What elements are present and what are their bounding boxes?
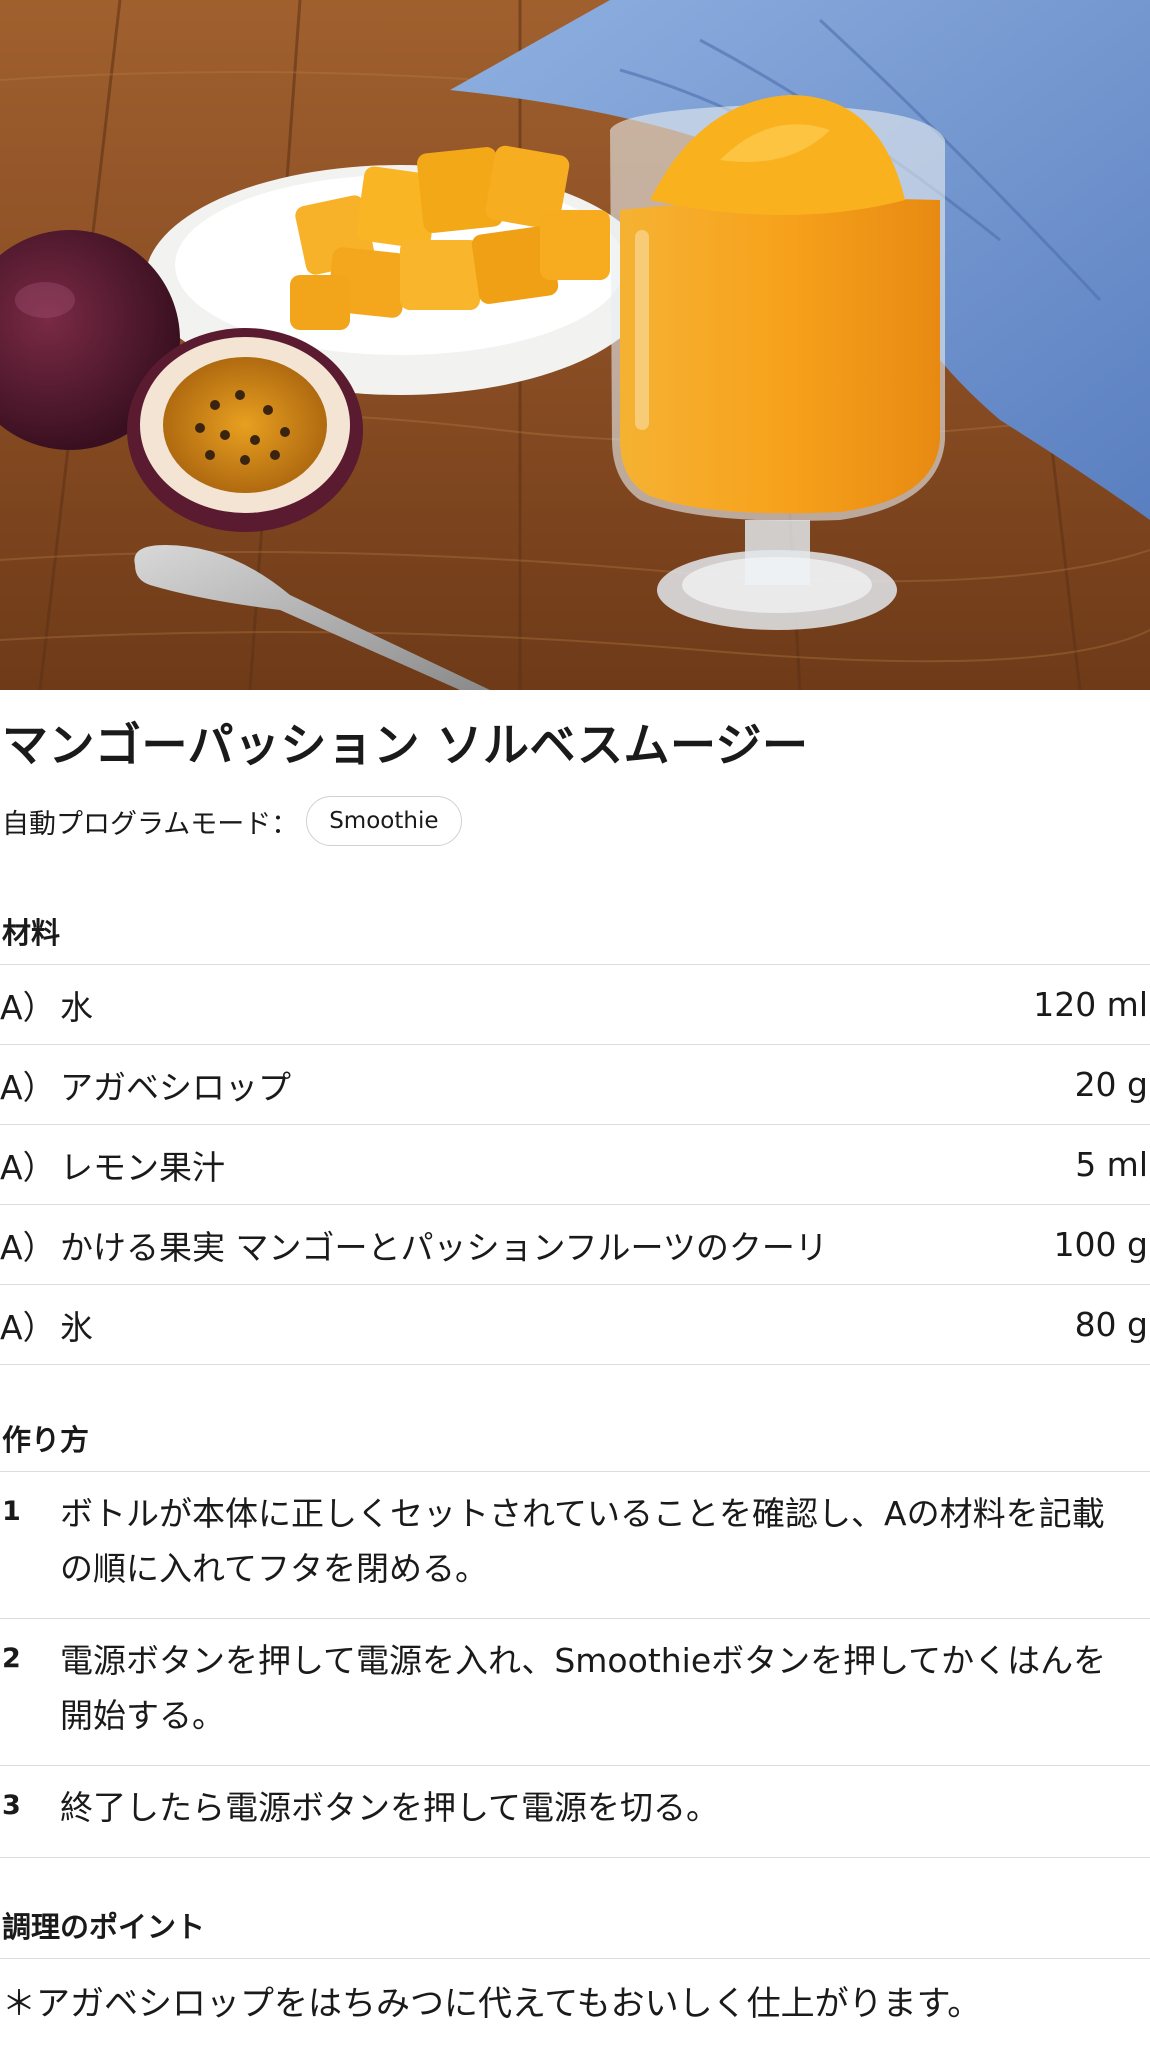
method-steps: 1 ボトルが本体に正しくセットされていることを確認し、Aの材料を記載の順に入れて… <box>0 1472 1150 1859</box>
ingredient-group: A） <box>0 1307 56 1347</box>
ingredient-amount: 120 ml <box>1033 985 1148 1025</box>
program-mode-row: 自動プログラムモード： Smoothie <box>0 795 1150 847</box>
ingredient-row: A）水 120 ml <box>0 965 1150 1046</box>
ingredient-row: A）氷 80 g <box>0 1285 1150 1366</box>
step-number: 2 <box>2 1643 21 1675</box>
tips-heading: 調理のポイント <box>0 1896 1150 1960</box>
tip-text: ＊アガベシロップをはちみつに代えてもおいしく仕上がります。 <box>2 1984 982 2025</box>
ingredient-name: アガベシロップ <box>60 1067 291 1107</box>
program-mode-label: 自動プログラムモード： <box>2 808 299 840</box>
ingredient-group: A） <box>0 987 56 1027</box>
ingredient-name: かける果実 マンゴーとパッションフルーツのクーリ <box>60 1227 828 1267</box>
hero-image <box>0 0 1150 690</box>
ingredient-row: A） かける果実 マンゴーとパッションフルーツのクーリ 100 g <box>0 1205 1150 1286</box>
ingredient-amount: 80 g <box>1074 1305 1148 1345</box>
step-number: 3 <box>2 1789 21 1821</box>
step-row: 2 電源ボタンを押して電源を入れ、Smoothieボタンを押してかくはんを開始す… <box>0 1619 1150 1766</box>
ingredient-amount: 20 g <box>1074 1065 1148 1105</box>
ingredient-group: A） <box>0 1067 56 1107</box>
step-text: 電源ボタンを押して電源を入れ、Smoothieボタンを押してかくはんを開始する。 <box>60 1641 1107 1735</box>
ingredients-list: A）水 120 ml A） アガベシロップ 20 g A） レモン果汁 5 ml A… <box>0 965 1150 1366</box>
ingredients-heading: 材料 <box>0 911 1150 966</box>
ingredient-group: A） <box>0 1227 56 1267</box>
step-row: 1 ボトルが本体に正しくセットされていることを確認し、Aの材料を記載の順に入れて… <box>0 1472 1150 1620</box>
ingredient-name: 水 <box>60 987 93 1027</box>
ingredient-name: 氷 <box>60 1307 93 1347</box>
ingredient-amount: 5 ml <box>1075 1145 1148 1185</box>
recipe-content: マンゴーパッション ソルベスムージー 自動プログラムモード： Smoothie … <box>0 690 1150 2030</box>
ingredient-group: A） <box>0 1147 56 1187</box>
step-number: 1 <box>2 1496 21 1528</box>
step-row: 3 終了したら電源ボタンを押して電源を切る。 <box>0 1766 1150 1859</box>
ingredient-row: A） アガベシロップ 20 g <box>0 1045 1150 1126</box>
recipe-title: マンゴーパッション ソルベスムージー <box>2 718 809 772</box>
smoothie-photo <box>0 0 1150 690</box>
step-text: 終了したら電源ボタンを押して電源を切る。 <box>60 1787 720 1827</box>
program-mode-chip[interactable]: Smoothie <box>306 796 462 847</box>
ingredient-row: A） レモン果汁 5 ml <box>0 1125 1150 1206</box>
method-heading: 作り方 <box>0 1409 1150 1473</box>
step-text: ボトルが本体に正しくセットされていることを確認し、Aの材料を記載の順に入れてフタ… <box>60 1494 1105 1588</box>
ingredient-name: レモン果汁 <box>60 1147 225 1187</box>
ingredient-amount: 100 g <box>1053 1225 1148 1265</box>
